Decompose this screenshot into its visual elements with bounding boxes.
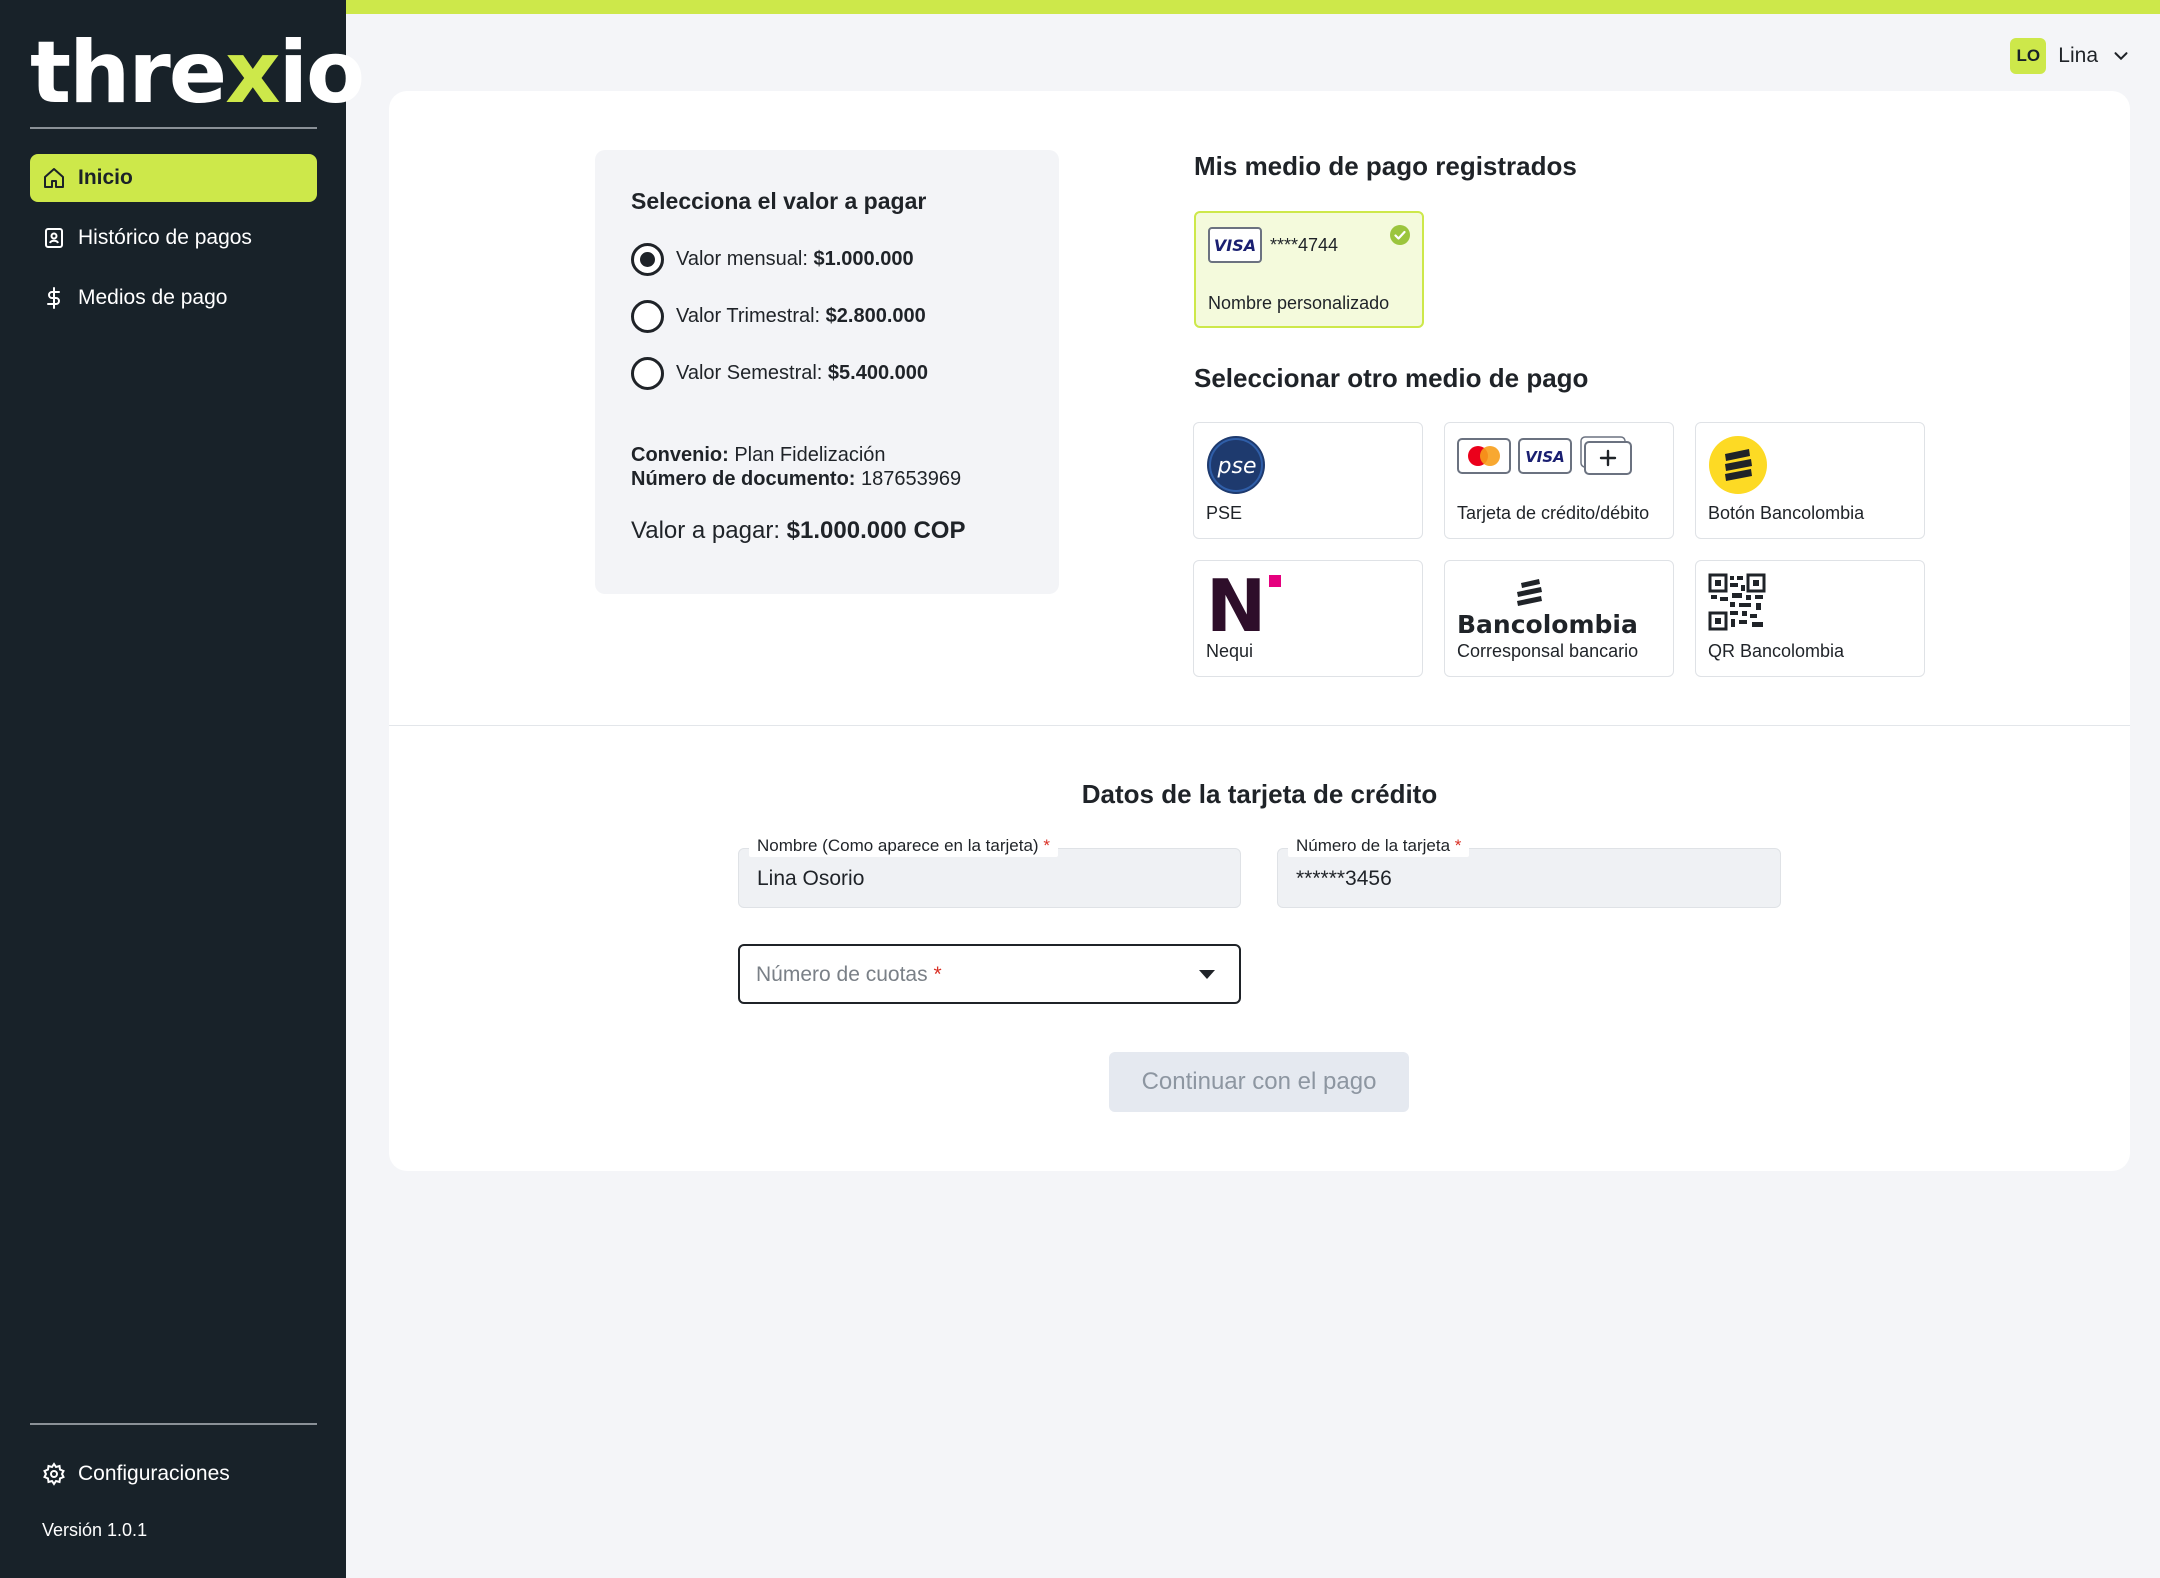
app-version: Versión 1.0.1 [42,1520,148,1540]
qr-code-icon [1708,573,1766,631]
home-icon [44,168,64,188]
option-value: $1.000.000 [813,248,914,270]
receipt-icon [45,228,63,248]
user-menu[interactable]: LO Lina [2010,38,2132,74]
total-to-pay: Valor a pagar: $1.000.000 COP [631,517,965,545]
radio-valor-trimestral[interactable]: Valor Trimestral: $2.800.000 [631,300,926,333]
total-value: $1.000.000 COP [786,517,966,544]
amount-panel: Selecciona el valor a pagar Valor mensua… [595,150,1059,594]
document-value: 187653969 [861,468,962,490]
sidebar-divider [30,1423,317,1425]
svg-text:pse: pse [1217,454,1257,479]
method-label: Tarjeta de crédito/débito [1457,503,1650,523]
option-label: Valor mensual: [676,248,808,270]
option-value: $2.800.000 [825,305,926,327]
method-nequi[interactable]: N Nequi [1193,560,1423,677]
method-label: Botón Bancolombia [1708,503,1865,523]
amount-title: Selecciona el valor a pagar [631,188,927,214]
card-number-value: ******3456 [1296,867,1392,890]
payment-card: Selecciona el valor a pagar Valor mensua… [389,91,2130,1171]
cardholder-name-value: Lina Osorio [757,867,865,890]
document-info: Número de documento: 187653969 [631,468,961,491]
sidebar-item-historico[interactable]: Histórico de pagos [30,214,317,262]
bancolombia-logo-icon [1709,436,1767,494]
sidebar-divider [30,127,317,129]
option-label: Valor Semestral: [676,362,823,384]
user-name: Lina [2058,44,2098,67]
threxio-logo[interactable]: threxio [30,30,365,116]
sidebar: threxio Inicio Histórico de pagos Medios… [0,0,365,1578]
option-label: Valor Trimestral: [676,305,821,327]
card-masked-number: ****4744 [1270,235,1339,255]
convenio-value: Plan Fidelización [734,444,886,466]
installments-select[interactable]: Número de cuotas * [738,944,1241,1004]
document-label: Número de documento: [631,468,856,490]
method-pse[interactable]: pse PSE [1193,422,1423,539]
avatar: LO [2010,38,2047,74]
section-divider [389,725,2130,726]
installments-placeholder: Número de cuotas * [756,963,942,986]
method-label: PSE [1206,503,1243,523]
svg-text:VISA: VISA [1525,448,1565,466]
nequi-logo-icon: N [1206,573,1281,635]
radio-valor-semestral[interactable]: Valor Semestral: $5.400.000 [631,357,928,390]
convenio-info: Convenio: Plan Fidelización [631,444,886,467]
method-corresponsal[interactable]: Bancolombia Corresponsal bancario [1444,560,1674,677]
sidebar-item-configuraciones[interactable]: Configuraciones [30,1450,317,1498]
sidebar-item-label: Histórico de pagos [78,226,252,249]
pse-logo-icon: pse [1207,436,1265,494]
method-qr-bancolombia[interactable]: QR Bancolombia [1695,560,1925,677]
check-circle-icon [1390,225,1410,245]
method-boton-bancolombia[interactable]: Botón Bancolombia [1695,422,1925,539]
radio-button[interactable] [631,243,664,276]
field-label: Número de la tarjeta * [1288,835,1470,857]
total-label: Valor a pagar: [631,517,780,544]
gear-icon [43,1462,65,1486]
svg-text:Bancolombia: Bancolombia [1457,610,1638,639]
continue-payment-button[interactable]: Continuar con el pago [1109,1052,1409,1112]
card-number-field[interactable]: Número de la tarjeta * ******3456 [1277,835,1781,908]
sidebar-item-label: Medios de pago [78,286,228,309]
cards-icon: VISA [1457,436,1632,475]
caret-down-icon [1199,970,1215,979]
radio-valor-mensual[interactable]: Valor mensual: $1.000.000 [631,243,914,276]
sidebar-item-label: Inicio [78,166,133,189]
bancolombia-wordmark-icon: Bancolombia [1457,579,1638,639]
visa-logo-icon: VISA [1208,227,1262,263]
top-accent-bar [346,0,2160,14]
card-custom-name: Nombre personalizado [1208,293,1390,313]
radio-button[interactable] [631,300,664,333]
field-label: Nombre (Como aparece en la tarjeta) * [749,835,1058,857]
sidebar-item-inicio[interactable]: Inicio [30,154,317,202]
convenio-label: Convenio: [631,444,729,466]
option-value: $5.400.000 [827,362,929,384]
other-methods-title: Seleccionar otro medio de pago [1194,363,1589,393]
method-tarjeta[interactable]: VISA Tarjeta de crédito/débito [1444,422,1674,539]
saved-card-visa-4744[interactable]: VISA ****4744 Nombre personalizado [1194,211,1424,328]
dollar-icon [47,287,60,309]
sidebar-item-medios-de-pago[interactable]: Medios de pago [30,274,317,322]
card-form-title: Datos de la tarjeta de crédito [1081,779,1438,809]
method-label: Nequi [1206,641,1254,661]
radio-button[interactable] [631,357,664,390]
svg-text:N: N [1206,573,1266,635]
cardholder-name-field[interactable]: Nombre (Como aparece en la tarjeta) * Li… [738,835,1241,908]
method-label: Corresponsal bancario [1457,641,1639,661]
saved-methods-title: Mis medio de pago registrados [1194,151,1577,181]
sidebar-item-label: Configuraciones [78,1462,230,1485]
method-label: QR Bancolombia [1708,641,1845,661]
chevron-down-icon [2114,52,2128,61]
